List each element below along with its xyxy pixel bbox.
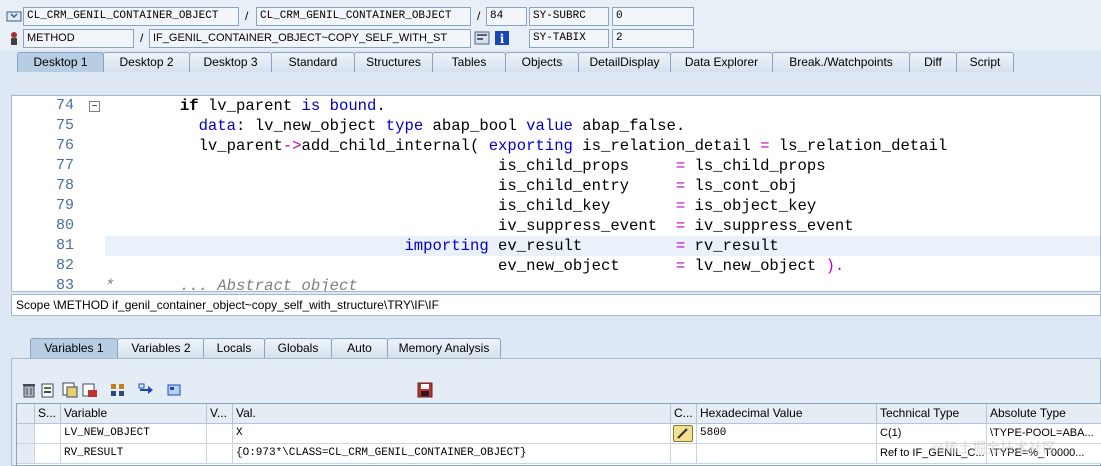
value-cell[interactable]: {O:973*\CLASS=CL_CRM_GENIL_CONTAINER_OBJ… <box>233 444 671 464</box>
object-icon[interactable] <box>166 382 182 398</box>
header-corner <box>17 404 35 424</box>
line-number: 77 <box>55 157 74 174</box>
hex-cell: 5800 <box>697 424 877 444</box>
tab-desktop-7[interactable]: DetailDisplay <box>578 52 671 72</box>
col-header-hex[interactable]: Hexadecimal Value <box>697 404 877 424</box>
line-number: 83 <box>55 277 74 292</box>
copy-row-icon[interactable] <box>62 382 78 398</box>
status-cell <box>35 444 61 464</box>
tab-desktop-3[interactable]: Standard <box>271 52 355 72</box>
navigate-arrow-icon[interactable] <box>138 382 154 398</box>
tab-desktop-0[interactable]: Desktop 1 <box>17 52 104 72</box>
code-line-81-current: importing ev_result = rv_result <box>105 236 1100 256</box>
program-field[interactable]: CL_CRM_GENIL_CONTAINER_OBJECT <box>23 7 239 26</box>
col-header-status[interactable]: S... <box>35 404 61 424</box>
desktop-tabs: Desktop 1 Desktop 2 Desktop 3 Standard Struc… <box>0 52 1101 72</box>
change-cell <box>671 444 697 464</box>
tab-desktop-9[interactable]: Break./Watchpoints <box>772 52 910 72</box>
include-field[interactable]: CL_CRM_GENIL_CONTAINER_OBJECT <box>256 7 471 26</box>
tab-desktop-2[interactable]: Desktop 3 <box>189 52 272 72</box>
save-icon[interactable] <box>417 382 433 398</box>
line-number: 81 <box>55 237 74 254</box>
tab-variables-0[interactable]: Variables 1 <box>30 338 118 358</box>
code-line-76: lv_parent->add_child_internal( exporting… <box>198 137 948 155</box>
variable-cell[interactable]: RV_RESULT <box>61 444 207 464</box>
tab-desktop-4[interactable]: Structures <box>354 52 433 72</box>
separator: / <box>245 9 249 23</box>
watermark: @稀土掘金技术社区 <box>930 440 1057 456</box>
variable-cell[interactable]: LV_NEW_OBJECT <box>61 424 207 444</box>
collapse-toggle-icon[interactable]: − <box>89 101 100 112</box>
code-line-79: is_child_key = is_object_key <box>498 197 817 215</box>
line-number: 79 <box>55 197 74 214</box>
col-header-technical-type[interactable]: Technical Type <box>877 404 987 424</box>
sysvar-name-1[interactable]: SY-SUBRC <box>529 7 609 26</box>
code-line-80: iv_suppress_event = iv_suppress_event <box>498 217 854 235</box>
type-field[interactable]: METHOD <box>23 29 134 48</box>
line-number: 78 <box>55 177 74 194</box>
tab-variables-5[interactable]: Memory Analysis <box>387 338 501 358</box>
svg-text:i: i <box>500 32 505 46</box>
separator: / <box>140 31 144 45</box>
value-cell[interactable]: X <box>233 424 671 444</box>
separator: / <box>477 9 481 23</box>
insert-row-icon[interactable] <box>40 382 56 398</box>
paste-row-icon[interactable] <box>82 382 98 398</box>
code-line-74: if lv_parent is bound. <box>179 97 386 115</box>
info-icon[interactable]: i <box>494 30 510 46</box>
col-header-variable[interactable]: Variable <box>61 404 207 424</box>
delete-icon[interactable] <box>21 382 37 398</box>
expand-icon[interactable] <box>6 8 22 24</box>
code-line-82: ev_new_object = lv_new_object ). <box>498 257 845 275</box>
line-number: 75 <box>55 117 74 134</box>
line-number: 76 <box>55 137 74 154</box>
status-cell <box>35 424 61 444</box>
sysvar-value-1[interactable]: 0 <box>612 7 694 26</box>
col-header-change[interactable]: C... <box>671 404 697 424</box>
change-cell[interactable] <box>671 424 697 444</box>
col-header-value[interactable]: Val. <box>233 404 671 424</box>
tab-variables-3[interactable]: Globals <box>264 338 332 358</box>
tab-desktop-1[interactable]: Desktop 2 <box>103 52 190 72</box>
line-number: 82 <box>55 257 74 274</box>
tab-desktop-8[interactable]: Data Explorer <box>670 52 773 72</box>
v-cell <box>207 444 233 464</box>
row-selector[interactable] <box>17 444 35 464</box>
code-line-78: is_child_entry = ls_cont_obj <box>498 177 798 195</box>
tab-desktop-10[interactable]: Diff <box>909 52 957 72</box>
variable-tabs: Variables 1 Variables 2 Locals Globals Auto M… <box>0 338 1101 358</box>
code-editor[interactable]: − 74 75 76 77 78 79 80 81 82 83 if lv_parent is b… <box>11 95 1101 292</box>
tab-variables-2[interactable]: Locals <box>203 338 265 358</box>
tab-variables-4[interactable]: Auto <box>331 338 388 358</box>
scope-bar: Scope \METHOD if_genil_container_object~… <box>11 294 1101 316</box>
line-number: 74 <box>55 97 74 114</box>
col-header-absolute-type[interactable]: Absolute Type <box>987 404 1101 424</box>
col-header-v[interactable]: V... <box>207 404 233 424</box>
v-cell <box>207 424 233 444</box>
sysvar-value-2[interactable]: 2 <box>612 29 694 48</box>
hex-cell <box>697 444 877 464</box>
structure-icon[interactable] <box>110 382 126 398</box>
code-line-83: * ... Abstract object <box>105 277 358 292</box>
row-selector[interactable] <box>17 424 35 444</box>
pencil-icon[interactable] <box>673 425 693 442</box>
method-field[interactable]: IF_GENIL_CONTAINER_OBJECT~COPY_SELF_WITH… <box>149 29 471 48</box>
code-line-75: data: lv_new_object type abap_bool value… <box>198 117 686 135</box>
sysvar-name-2[interactable]: SY-TABIX <box>529 29 609 48</box>
tab-desktop-11[interactable]: Script <box>956 52 1014 72</box>
tab-desktop-6[interactable]: Objects <box>505 52 579 72</box>
code-line-77: is_child_props = ls_child_props <box>498 157 826 175</box>
tab-desktop-5[interactable]: Tables <box>432 52 506 72</box>
navigate-icon[interactable] <box>474 30 490 46</box>
tab-variables-1[interactable]: Variables 2 <box>117 338 205 358</box>
line-number: 80 <box>55 217 74 234</box>
line-field[interactable]: 84 <box>486 7 527 26</box>
method-icon <box>6 30 22 46</box>
